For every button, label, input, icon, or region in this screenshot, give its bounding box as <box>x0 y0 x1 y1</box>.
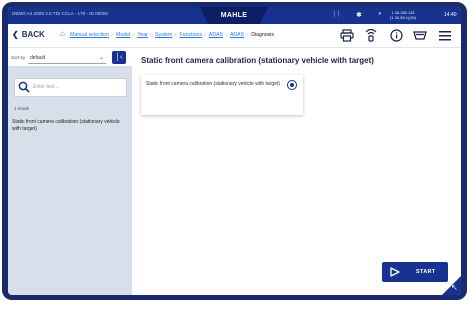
vehicle-info: DEMO A4 2008 2.0 TDI CCLA - 170 - ID 000… <box>12 11 108 16</box>
search-input[interactable]: Enter text... <box>14 78 127 97</box>
search-placeholder: Enter text... <box>33 84 59 90</box>
collapse-panel-button[interactable]: │‹ <box>112 51 126 64</box>
crumb-diagnosis: Diagnosis <box>251 32 275 38</box>
sidebar: Sort by default ⌄ │‹ Enter text... 1 res… <box>8 48 132 295</box>
bluetooth-icon: ✱ <box>356 12 362 19</box>
screen: DEMO A4 2008 2.0 TDI CCLA - 170 - ID 000… <box>8 7 461 295</box>
sort-row: Sort by default ⌄ │‹ <box>8 48 132 66</box>
chevron-left-icon: ❮ <box>12 30 19 39</box>
crumb-system[interactable]: System <box>155 32 172 38</box>
radio-selected-dot <box>290 83 294 87</box>
collapse-left-icon: │‹ <box>115 54 123 61</box>
crumb-model[interactable]: Model <box>116 32 130 38</box>
result-count: 1 result <box>14 106 29 111</box>
crumb-functions[interactable]: Functions <box>180 32 203 38</box>
status-bar: DEMO A4 2008 2.0 TDI CCLA - 170 - ID 000… <box>8 7 461 24</box>
breadcrumb: Manual selection › Model › Year › System › F… <box>70 32 275 38</box>
vci-icon[interactable] <box>413 28 427 42</box>
function-card[interactable]: Static front camera calibration (station… <box>141 75 303 115</box>
arrow-up-left-icon: ↖ <box>451 283 458 292</box>
function-card-label: Static front camera calibration (station… <box>146 81 280 87</box>
page-title: Static front camera calibration (station… <box>141 56 374 65</box>
sort-value: default <box>30 55 46 61</box>
search-icon <box>18 81 30 93</box>
crumb-year[interactable]: Year <box>137 32 147 38</box>
sort-label: Sort by <box>11 55 26 60</box>
wifi-tool-icon[interactable] <box>364 28 378 42</box>
crumb-adas-2[interactable]: ADAS <box>230 32 244 38</box>
connection-info: 1.36.282.115 (1.36.96.1)(IN) <box>390 10 416 20</box>
mahle-logo: MAHLE <box>200 7 268 24</box>
crumb-manual-selection[interactable]: Manual selection <box>70 32 109 38</box>
nav-bar: ❮ BACK ⌂ Manual selection › Model › Year › … <box>8 24 461 48</box>
network-icon: ᛁᛁ <box>332 11 341 18</box>
connection-port: (1.36.96.1)(IN) <box>390 15 417 20</box>
back-button[interactable]: ❮ BACK <box>12 30 45 39</box>
printer-icon[interactable] <box>340 28 354 42</box>
info-icon[interactable] <box>389 28 403 42</box>
sort-select[interactable]: default ⌄ <box>28 52 106 64</box>
function-radio[interactable] <box>287 80 297 90</box>
start-label: START <box>416 269 436 275</box>
back-label: BACK <box>21 30 45 39</box>
menu-icon[interactable] <box>438 28 452 42</box>
device-frame: DEMO A4 2008 2.0 TDI CCLA - 170 - ID 000… <box>2 2 467 300</box>
crumb-adas-1[interactable]: ADAS <box>209 32 223 38</box>
play-icon <box>390 267 400 277</box>
chevron-down-icon: ⌄ <box>98 55 104 61</box>
clock: 14:40 <box>444 12 457 18</box>
connection-dot-icon: ● <box>378 11 382 17</box>
home-icon[interactable]: ⌂ <box>60 29 65 38</box>
start-button[interactable]: START <box>382 262 448 282</box>
list-item[interactable]: Static front camera calibration (station… <box>12 119 124 132</box>
